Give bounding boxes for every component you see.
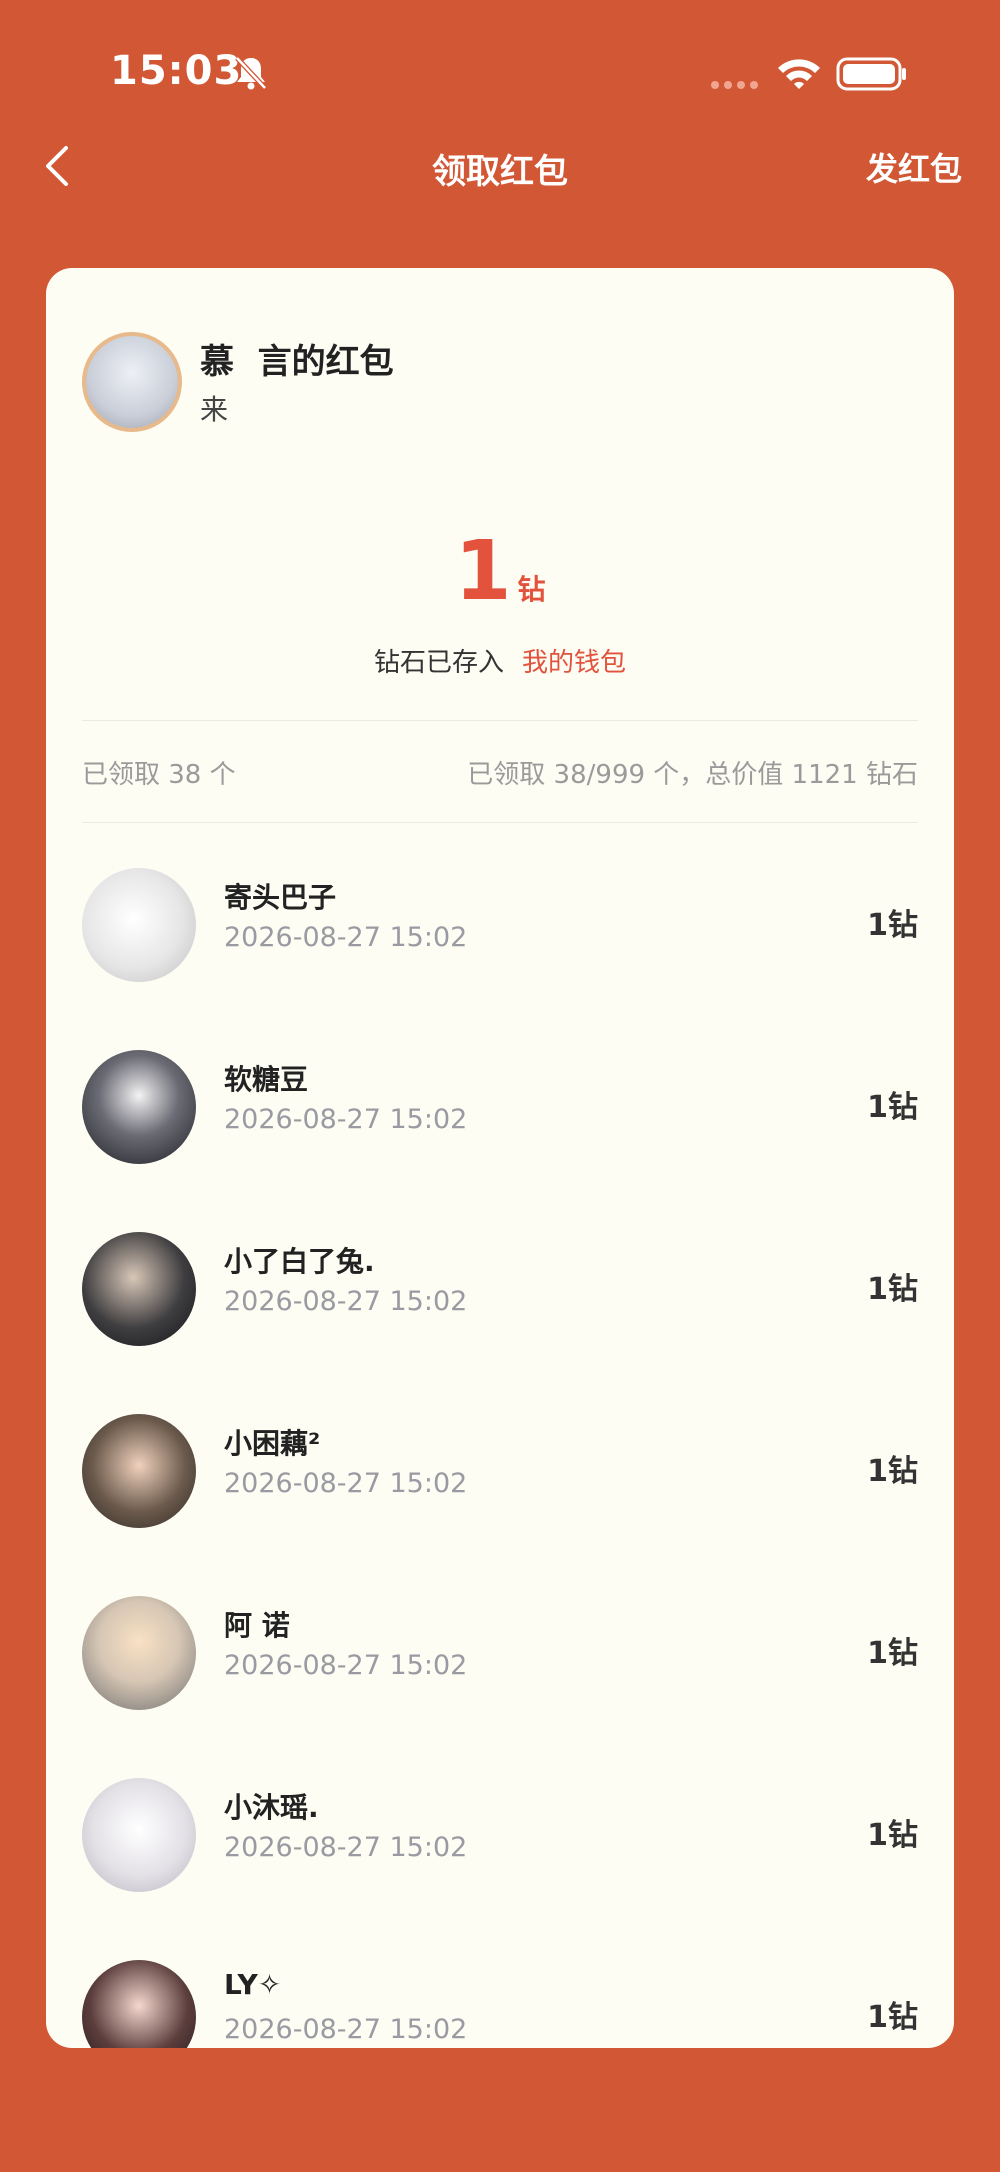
sender-header: 慕 言的红包 来 — [82, 332, 922, 442]
list-item[interactable]: LY✧ 2026-08-27 15:02 1钻 — [82, 1936, 918, 2048]
claimer-name: 小困藕² — [224, 1427, 321, 1460]
sender-subtitle: 来 — [200, 393, 229, 426]
claimed-total: 已领取 38/999 个，总价值 1121 钻石 — [467, 760, 918, 790]
claim-value: 1钻 — [867, 908, 918, 943]
list-item[interactable]: 软糖豆 2026-08-27 15:02 1钻 — [82, 1026, 918, 1208]
red-packet-card: 慕 言的红包 来 1钻 钻石已存入 我的钱包 已领取 38 个 已领取 38/99… — [46, 268, 954, 2048]
saved-text: 钻石已存入 — [373, 648, 504, 678]
avatar — [82, 1414, 196, 1528]
amount-unit: 钻 — [517, 573, 546, 606]
claim-time: 2026-08-27 15:02 — [224, 922, 468, 953]
claim-value: 1钻 — [867, 1090, 918, 1125]
claim-time: 2026-08-27 15:02 — [224, 1286, 468, 1317]
claim-time: 2026-08-27 15:02 — [224, 1104, 468, 1135]
list-item[interactable]: 小困藕² 2026-08-27 15:02 1钻 — [82, 1390, 918, 1572]
send-red-packet-button[interactable]: 发红包 — [866, 144, 962, 190]
claim-value: 1钻 — [867, 2000, 918, 2035]
sender-name: 慕 言的红包 — [200, 342, 394, 382]
nav-bar: 领取红包 发红包 — [0, 130, 1000, 202]
claim-value: 1钻 — [867, 1454, 918, 1489]
claimer-name: 小沐瑶. — [224, 1791, 319, 1824]
claim-time: 2026-08-27 15:02 — [224, 1468, 468, 1499]
claim-list: 寄头巴子 2026-08-27 15:02 1钻 软糖豆 2026-08-27 … — [82, 844, 918, 2048]
signal-dots-icon — [711, 81, 758, 89]
claim-time: 2026-08-27 15:02 — [224, 2014, 468, 2045]
claimer-name: 寄头巴子 — [224, 881, 337, 914]
list-item[interactable]: 阿 诺 2026-08-27 15:02 1钻 — [82, 1572, 918, 1754]
claim-time: 2026-08-27 15:02 — [224, 1650, 468, 1681]
claimer-name: LY✧ — [224, 1968, 282, 2001]
page-title: 领取红包 — [432, 152, 568, 192]
claim-time: 2026-08-27 15:02 — [224, 1832, 468, 1863]
claimer-name: 软糖豆 — [224, 1063, 309, 1096]
status-time: 15:03 — [110, 48, 243, 94]
list-item[interactable]: 寄头巴子 2026-08-27 15:02 1钻 — [82, 844, 918, 1026]
claimer-name: 小了白了兔. — [224, 1245, 375, 1278]
avatar — [82, 1778, 196, 1892]
claimed-count: 已领取 38 个 — [82, 760, 236, 790]
claim-value: 1钻 — [867, 1818, 918, 1853]
divider — [82, 720, 918, 721]
avatar — [82, 1050, 196, 1164]
claim-summary: 已领取 38 个 已领取 38/999 个，总价值 1121 钻石 — [82, 754, 918, 794]
battery-icon — [836, 57, 906, 91]
wifi-icon — [778, 59, 820, 89]
list-item[interactable]: 小沐瑶. 2026-08-27 15:02 1钻 — [82, 1754, 918, 1936]
sender-avatar[interactable] — [82, 332, 182, 432]
avatar — [82, 1596, 196, 1710]
my-wallet-link[interactable]: 我的钱包 — [522, 648, 626, 678]
avatar — [82, 1960, 196, 2048]
claim-value: 1钻 — [867, 1272, 918, 1307]
mute-bell-icon — [235, 56, 267, 90]
avatar — [82, 868, 196, 982]
claim-value: 1钻 — [867, 1636, 918, 1671]
received-amount: 1钻 — [46, 524, 954, 619]
avatar — [82, 1232, 196, 1346]
list-item[interactable]: 小了白了兔. 2026-08-27 15:02 1钻 — [82, 1208, 918, 1390]
saved-notice: 钻石已存入 我的钱包 — [46, 642, 954, 679]
amount-value: 1 — [454, 524, 512, 619]
divider — [82, 822, 918, 823]
status-bar: 15:03 — [0, 0, 1000, 130]
claimer-name: 阿 诺 — [224, 1609, 290, 1642]
screen: 15:03 领取红包 发红包 慕 言的红包 来 1 钻 钻石已存入 我的钱包 已… — [0, 0, 1000, 2172]
